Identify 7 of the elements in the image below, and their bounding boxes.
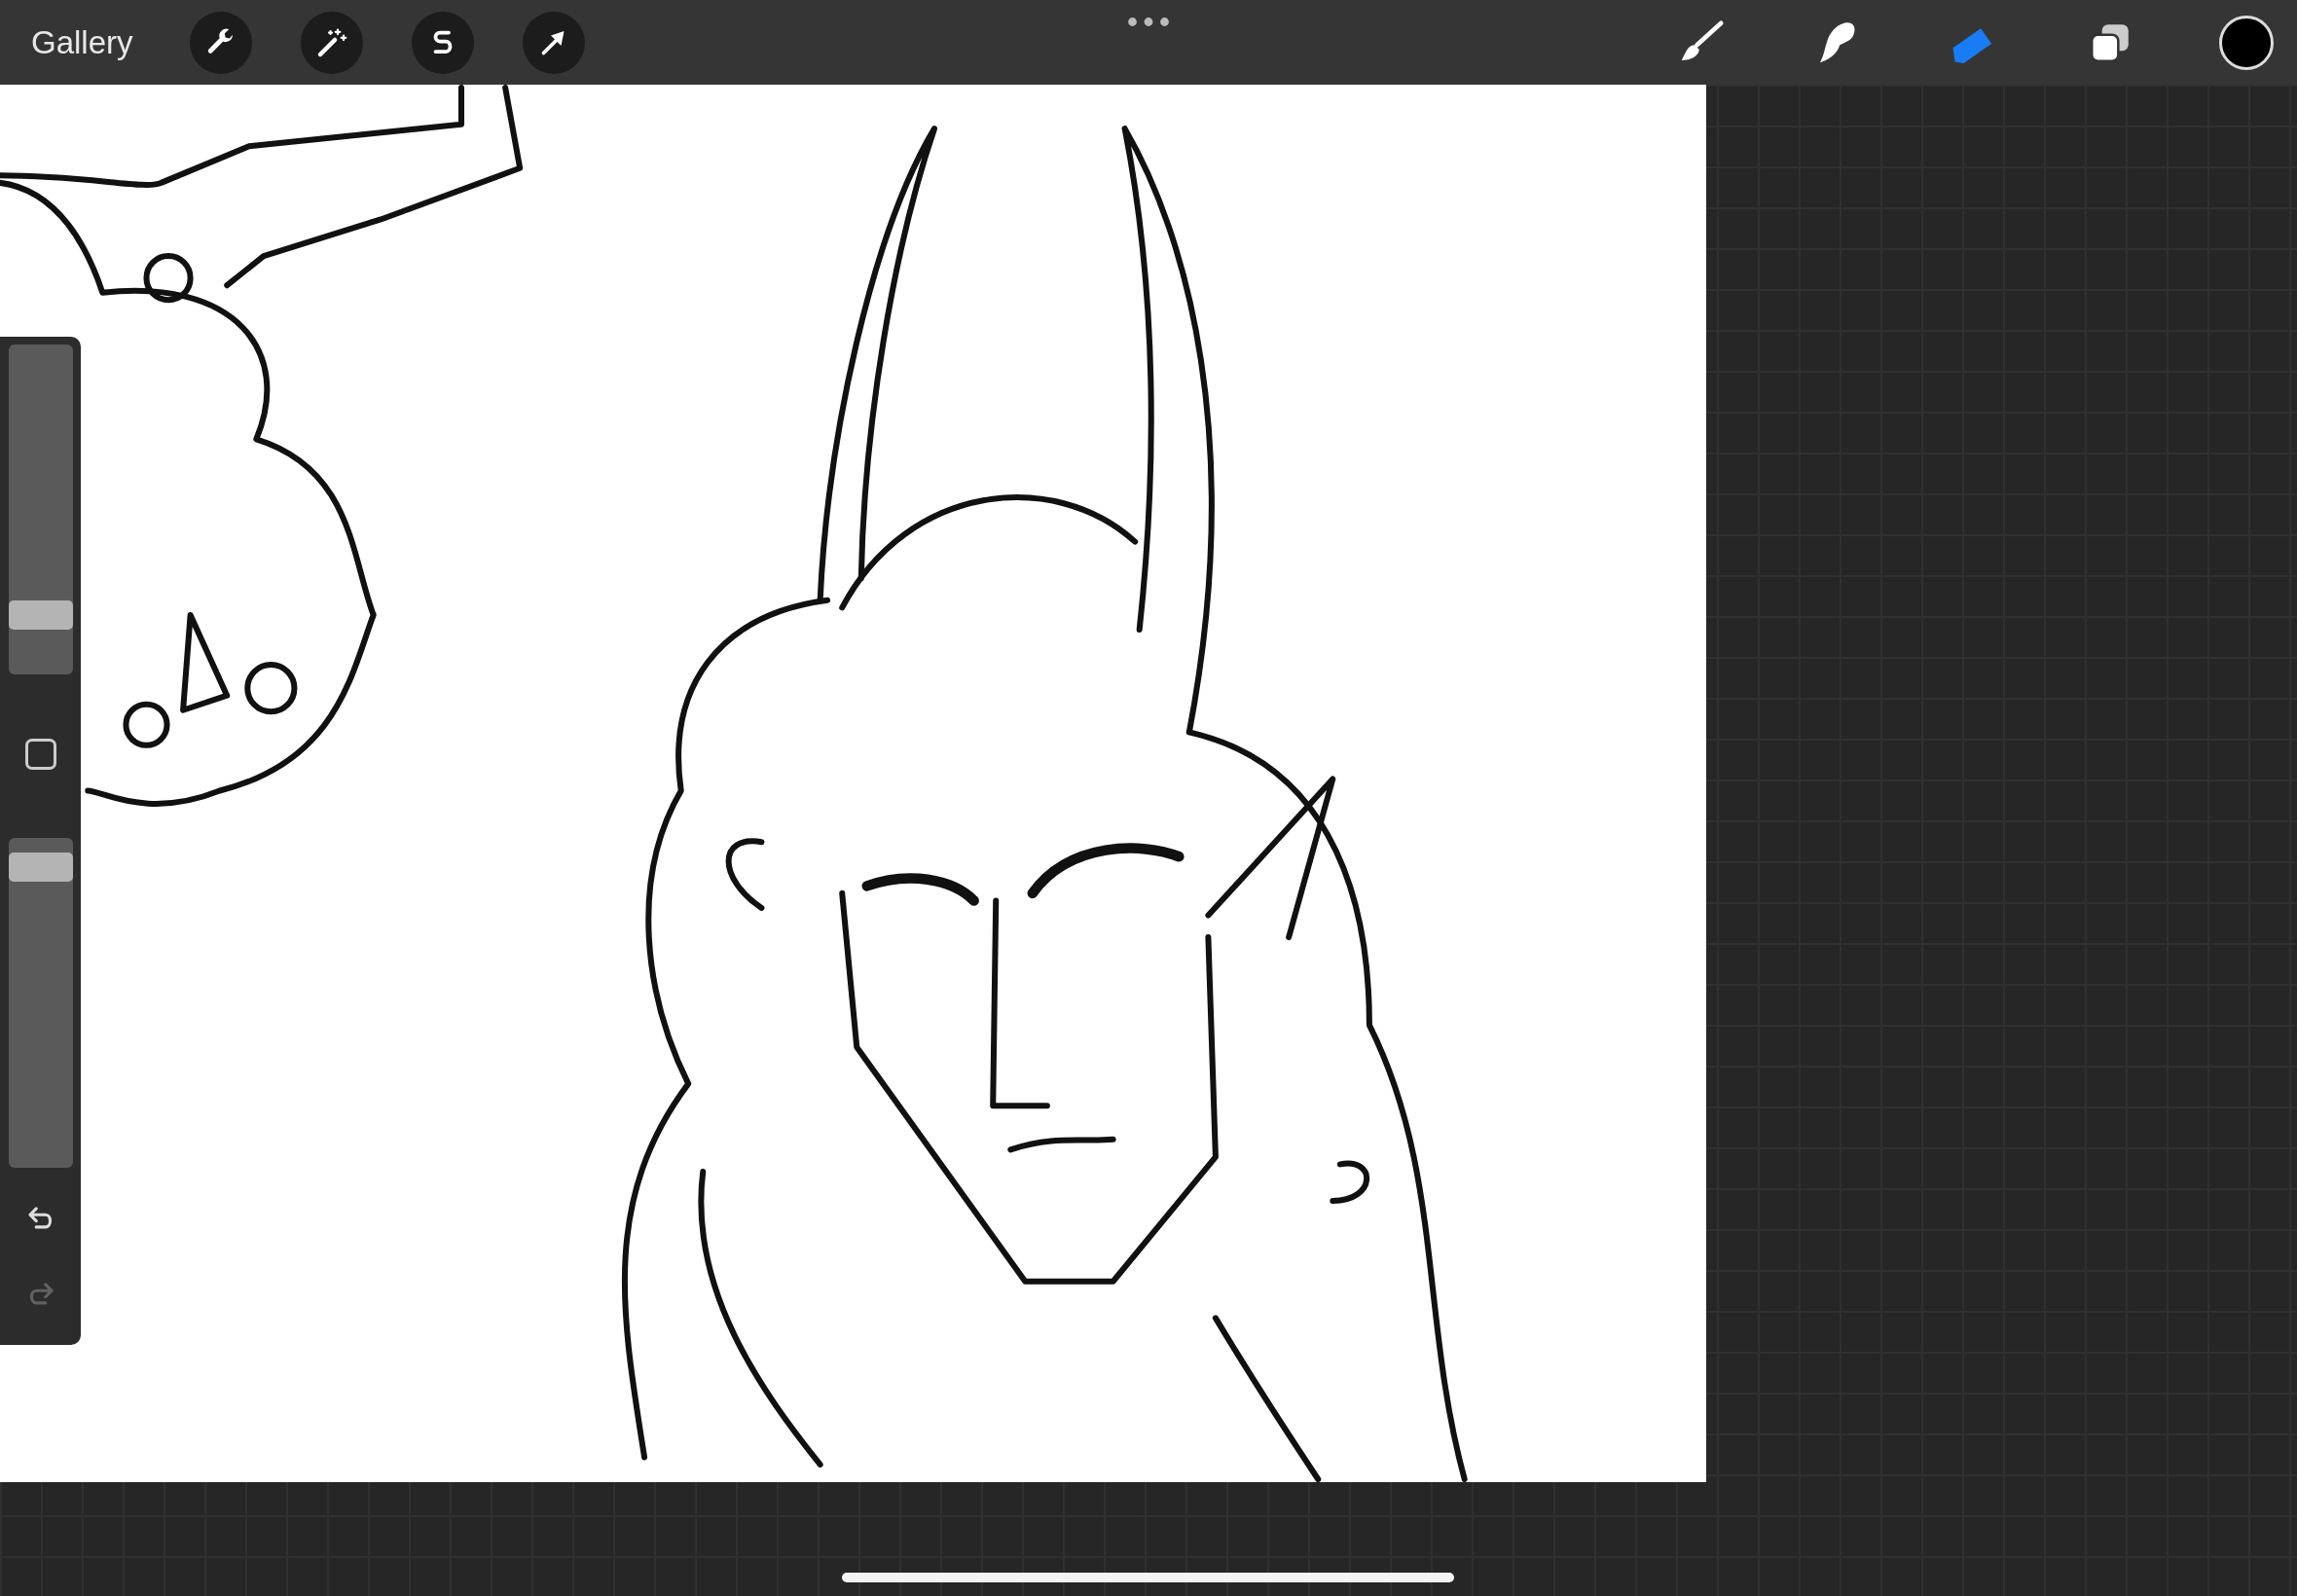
brush-size-slider[interactable] [8, 345, 73, 674]
opacity-slider[interactable] [8, 838, 73, 1168]
gallery-button[interactable]: Gallery [23, 19, 141, 65]
more-dots-icon[interactable] [1127, 17, 1170, 27]
slider-thumb[interactable] [8, 852, 73, 883]
line-art-drawing[interactable] [0, 85, 1706, 1482]
slider-thumb[interactable] [8, 599, 73, 630]
